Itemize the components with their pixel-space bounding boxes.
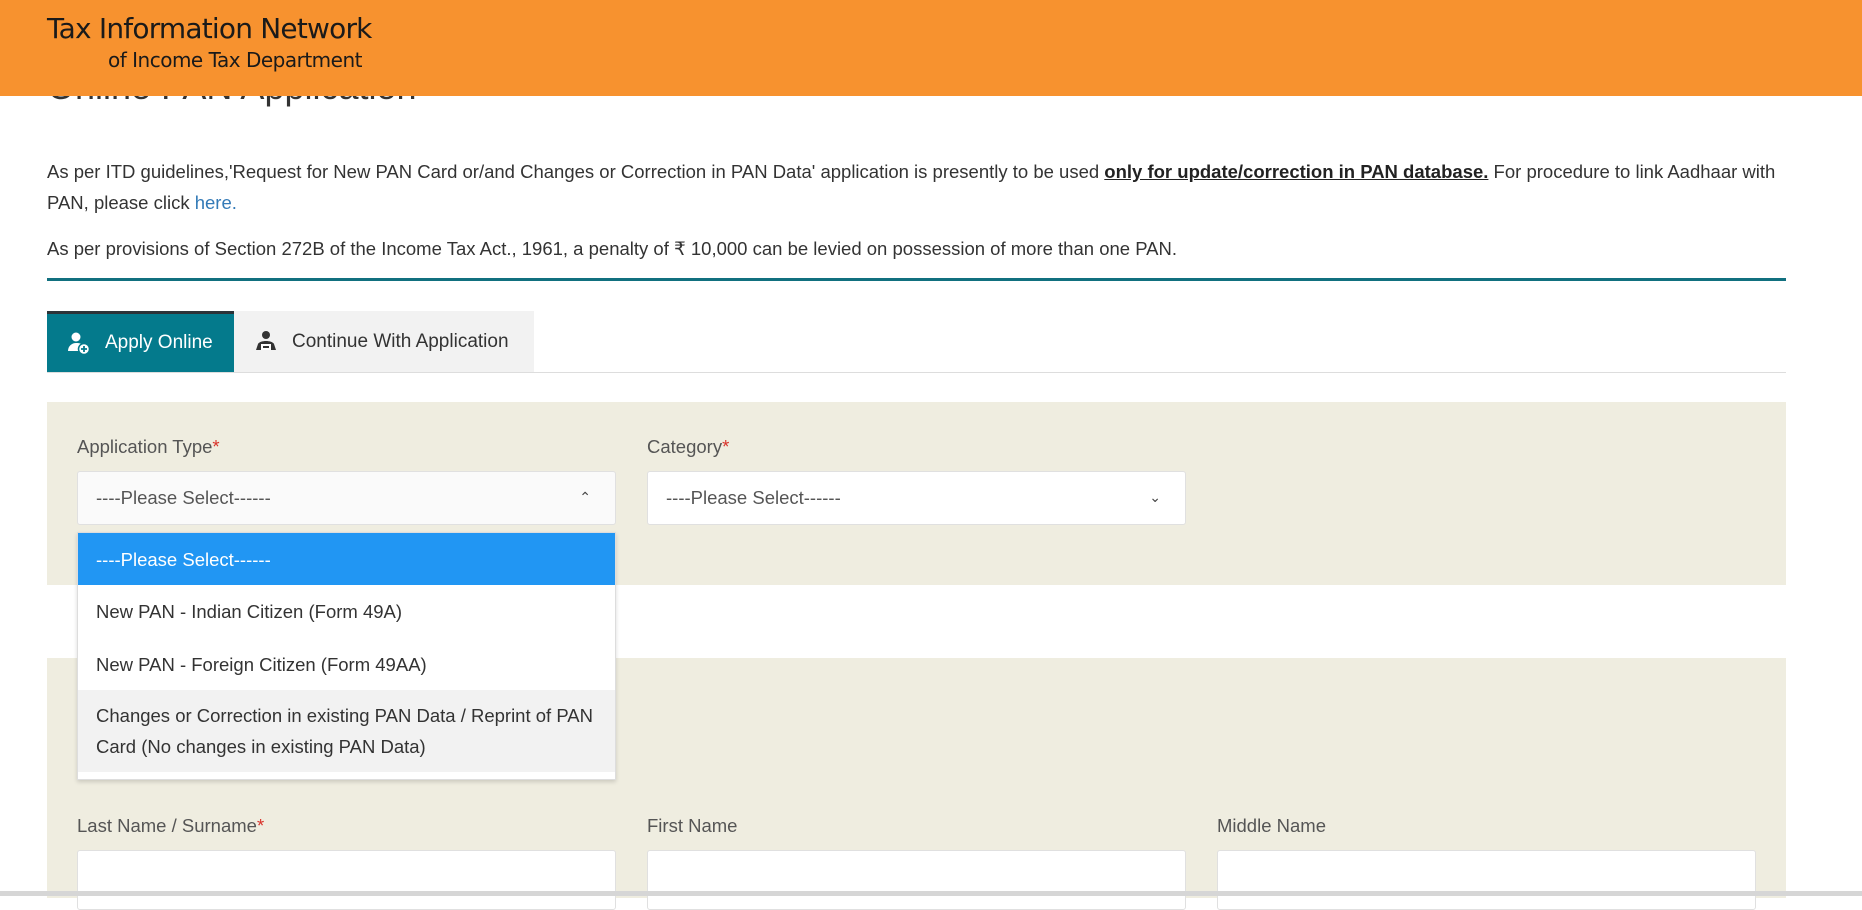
last-name-input[interactable] — [77, 850, 616, 910]
option-please-select[interactable]: ----Please Select------ — [78, 533, 615, 585]
notice-penalty: As per provisions of Section 272B of the… — [47, 238, 1177, 259]
notice-guidelines: As per ITD guidelines,'Request for New P… — [47, 161, 1776, 213]
tab-apply-online[interactable]: Apply Online — [47, 311, 234, 372]
application-type-label: Application Type* — [77, 436, 220, 457]
middle-name-label: Middle Name — [1217, 815, 1326, 836]
logo-title: Tax Information Network — [47, 12, 372, 45]
window-bottom-edge — [0, 891, 1862, 896]
middle-name-input[interactable] — [1217, 850, 1756, 910]
tab-continue-application[interactable]: Continue With Application — [234, 311, 534, 372]
category-label: Category* — [647, 436, 730, 457]
first-name-label: First Name — [647, 815, 738, 836]
user-reading-icon — [256, 330, 276, 350]
divider — [47, 278, 1786, 281]
first-name-input[interactable] — [647, 850, 1186, 910]
category-select[interactable]: ----Please Select------ ⌄ — [647, 471, 1186, 525]
logo-subtitle: of Income Tax Department — [108, 48, 362, 72]
option-new-pan-indian[interactable]: New PAN - Indian Citizen (Form 49A) — [78, 585, 615, 638]
chevron-down-icon: ⌄ — [1149, 489, 1161, 505]
tab-divider — [47, 372, 1786, 373]
option-changes-correction[interactable]: Changes or Correction in existing PAN Da… — [78, 690, 615, 772]
application-type-select[interactable]: ----Please Select------ ⌃ — [77, 471, 616, 525]
notice-emphasis: only for update/correction in PAN databa… — [1104, 161, 1489, 182]
aadhaar-link[interactable]: here. — [195, 192, 237, 213]
site-header: Tax Information Network of Income Tax De… — [0, 0, 1862, 96]
chevron-up-icon: ⌃ — [579, 489, 591, 505]
user-plus-icon — [68, 332, 91, 355]
application-type-options: ----Please Select------ New PAN - Indian… — [77, 532, 616, 780]
option-new-pan-foreign[interactable]: New PAN - Foreign Citizen (Form 49AA) — [78, 638, 615, 690]
last-name-label: Last Name / Surname* — [77, 815, 265, 836]
